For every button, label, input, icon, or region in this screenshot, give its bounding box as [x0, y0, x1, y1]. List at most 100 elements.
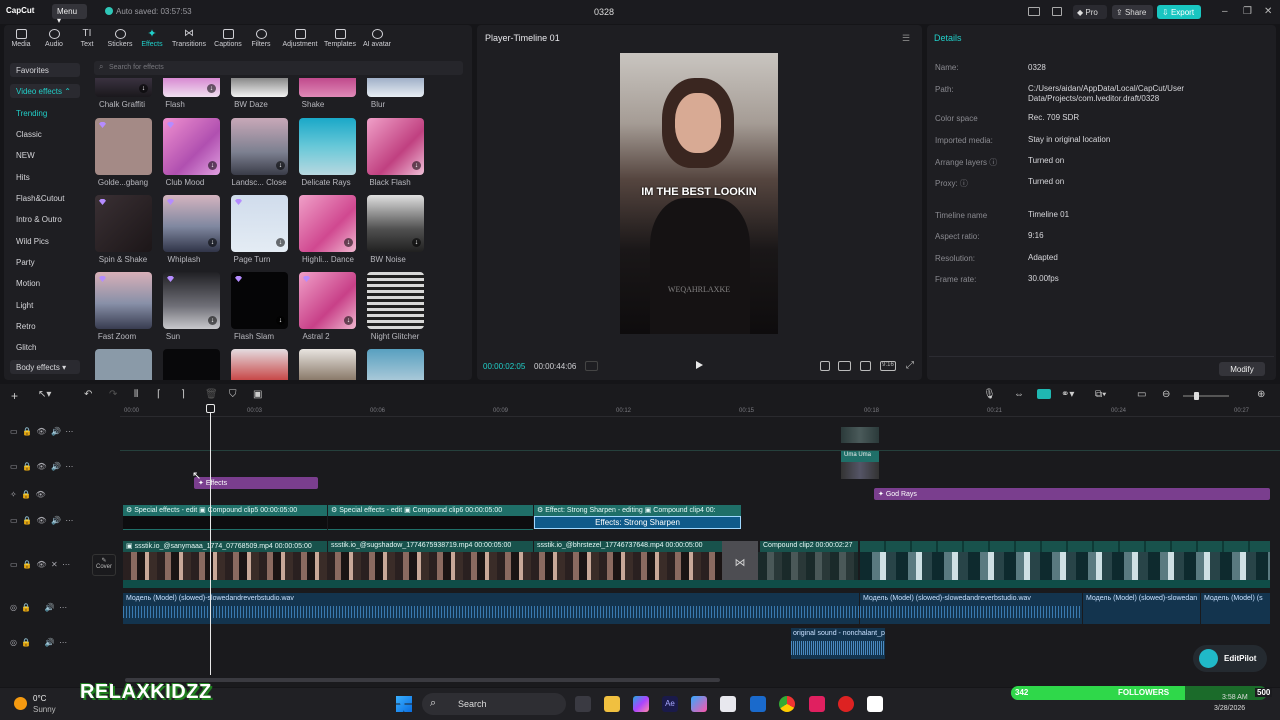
- delete-icon[interactable]: 🗑: [205, 389, 218, 400]
- category-party[interactable]: Party: [10, 255, 80, 269]
- play-icon[interactable]: [696, 361, 703, 369]
- microphone-icon[interactable]: 🎙: [983, 389, 996, 400]
- effect-thumb[interactable]: [231, 349, 288, 380]
- tab-effects[interactable]: ✦ Effects: [135, 29, 169, 49]
- zoom-slider[interactable]: [1183, 395, 1229, 397]
- modify-button[interactable]: Modify: [1219, 362, 1265, 376]
- video-clip-header[interactable]: ssstik.io_@sugshadow_1774675938719.mp4 0…: [328, 541, 533, 552]
- minimize-icon[interactable]: –: [1222, 6, 1228, 17]
- track-controls[interactable]: ◎ 🔒 🔊 ⋯: [10, 603, 67, 612]
- editpilot-button[interactable]: EditPilot: [1193, 645, 1267, 672]
- file-explorer-icon[interactable]: [604, 696, 620, 712]
- fit-icon[interactable]: ▭: [1137, 389, 1146, 400]
- chain-icon[interactable]: ⚭▾: [1061, 389, 1074, 400]
- capcut-taskbar-icon[interactable]: [867, 696, 883, 712]
- download-icon[interactable]: ↓: [412, 238, 421, 247]
- download-icon[interactable]: ↓: [344, 316, 353, 325]
- restore-icon[interactable]: ❐: [1243, 6, 1252, 17]
- effect-thumb[interactable]: [95, 349, 152, 380]
- overlay-clip[interactable]: [841, 462, 879, 479]
- effect-thumb[interactable]: [367, 78, 424, 97]
- download-icon[interactable]: ↓: [344, 238, 353, 247]
- download-icon[interactable]: ↓: [207, 84, 216, 93]
- zoom-slider-handle[interactable]: [1194, 392, 1199, 400]
- weather-temp[interactable]: 0°C: [33, 694, 46, 703]
- tab-media[interactable]: Media: [4, 29, 38, 48]
- video-clip-header[interactable]: Compound clip2 00:00:02:27: [760, 541, 858, 552]
- track-controls[interactable]: ▭ 🔒 👁 ✕ ⋯: [10, 560, 70, 569]
- effect-thumb[interactable]: [163, 349, 220, 380]
- split-left-icon[interactable]: ⌈: [157, 389, 161, 400]
- tab-transitions[interactable]: ⋈ Transitions: [172, 29, 206, 49]
- effect-thumb[interactable]: [299, 349, 356, 380]
- layout-icon[interactable]: [1028, 7, 1040, 16]
- category-video-effects[interactable]: Video effects ⌃: [10, 84, 80, 98]
- playhead[interactable]: [210, 405, 211, 675]
- effects-clip[interactable]: ✦ Effects: [194, 477, 318, 489]
- download-icon[interactable]: ↓: [276, 161, 285, 170]
- tab-stickers[interactable]: Stickers: [103, 29, 137, 48]
- effect-thumb[interactable]: [367, 272, 424, 329]
- share-button[interactable]: ⇪ Share: [1112, 5, 1153, 19]
- pro-button[interactable]: ◆ Pro: [1073, 5, 1107, 19]
- photos-icon[interactable]: [691, 696, 707, 712]
- timeline-scrollbar[interactable]: [125, 678, 720, 682]
- snapshot-icon[interactable]: [860, 361, 871, 371]
- compound-clip-body[interactable]: [123, 516, 327, 530]
- track-controls[interactable]: ▭ 🔒 👁 🔊 ⋯: [10, 427, 73, 436]
- time-ruler[interactable]: [120, 405, 1280, 417]
- track-controls[interactable]: ✧ 🔒 👁: [10, 490, 46, 499]
- effect-thumb[interactable]: [231, 78, 288, 97]
- download-icon[interactable]: ↓: [208, 161, 217, 170]
- effect-thumb[interactable]: [299, 118, 356, 175]
- track-controls[interactable]: ▭ 🔒 👁 🔊 ⋯: [10, 516, 73, 525]
- chrome-icon[interactable]: [779, 696, 795, 712]
- track-controls[interactable]: ◎ 🔒 🔊 ⋯: [10, 638, 67, 647]
- track-controls[interactable]: ▭ 🔒 👁 🔊 ⋯: [10, 462, 73, 471]
- export-button[interactable]: ⇩ Export: [1157, 5, 1201, 19]
- store-icon[interactable]: [720, 696, 736, 712]
- crop-icon[interactable]: [820, 361, 830, 371]
- video-clip-header[interactable]: ssstik.io_@bhrstezel_17746737648.mp4 00:…: [534, 541, 722, 552]
- tab-templates[interactable]: Templates: [322, 29, 358, 48]
- video-clip-filmstrip[interactable]: [123, 552, 723, 580]
- compound-clip-header[interactable]: ⚙ Effect: Strong Sharpen - editing ▣ Com…: [534, 505, 741, 516]
- mail-icon[interactable]: [750, 696, 766, 712]
- playhead-handle[interactable]: [206, 404, 215, 413]
- compound-clip-header[interactable]: ⚙ Special effects - edit ▣ Compound clip…: [328, 505, 533, 516]
- tiktok-icon[interactable]: [809, 696, 825, 712]
- cover-button[interactable]: ✎ Cover: [92, 554, 116, 576]
- taskbar-search[interactable]: Search: [422, 693, 566, 715]
- tab-ai-avatar[interactable]: AI avatar: [360, 29, 394, 48]
- video-clip-filmstrip[interactable]: [860, 552, 1270, 580]
- category-retro[interactable]: Retro: [10, 319, 80, 333]
- effects-bar[interactable]: Effects: Strong Sharpen: [534, 516, 741, 529]
- zoom-out-icon[interactable]: ⊖: [1162, 389, 1170, 400]
- weather-status[interactable]: Sunny: [33, 705, 56, 714]
- overlay-clip-header[interactable]: Uma Uma: [841, 451, 879, 462]
- download-icon[interactable]: ↓: [276, 316, 285, 325]
- category-intro-outro[interactable]: Intro & Outro: [10, 212, 80, 226]
- edit-icon[interactable]: ▣: [253, 389, 262, 400]
- task-view-icon[interactable]: [575, 696, 591, 712]
- select-tool-icon[interactable]: ↖▾: [38, 389, 51, 400]
- download-icon[interactable]: ↓: [208, 238, 217, 247]
- video-clip-filmstrip[interactable]: [758, 552, 858, 580]
- copilot-icon[interactable]: [633, 696, 649, 712]
- preview-axis-icon[interactable]: ⧉▾: [1095, 389, 1106, 400]
- menu-button[interactable]: Menu ▾: [52, 4, 87, 25]
- god-rays-clip[interactable]: ✦ God Rays: [874, 488, 1270, 500]
- overlay-clip[interactable]: [841, 427, 879, 443]
- compound-clip-body[interactable]: [328, 516, 533, 530]
- tab-filters[interactable]: Filters: [244, 29, 278, 48]
- category-trending[interactable]: Trending: [10, 106, 80, 120]
- app-icon[interactable]: [838, 696, 854, 712]
- tab-captions[interactable]: Captions: [211, 29, 245, 48]
- player-menu-icon[interactable]: ☰: [902, 33, 910, 44]
- audio-clip[interactable]: Модель (Model) (slowed)-slowedandreverbs…: [860, 593, 1082, 624]
- audio-clip[interactable]: Модель (Model) (slowed)-slowedan: [1083, 593, 1200, 624]
- category-wild-pics[interactable]: Wild Pics: [10, 234, 80, 248]
- category-motion[interactable]: Motion: [10, 276, 80, 290]
- clock-time[interactable]: 3:58 AM: [1222, 694, 1248, 701]
- category-classic[interactable]: Classic: [10, 127, 80, 141]
